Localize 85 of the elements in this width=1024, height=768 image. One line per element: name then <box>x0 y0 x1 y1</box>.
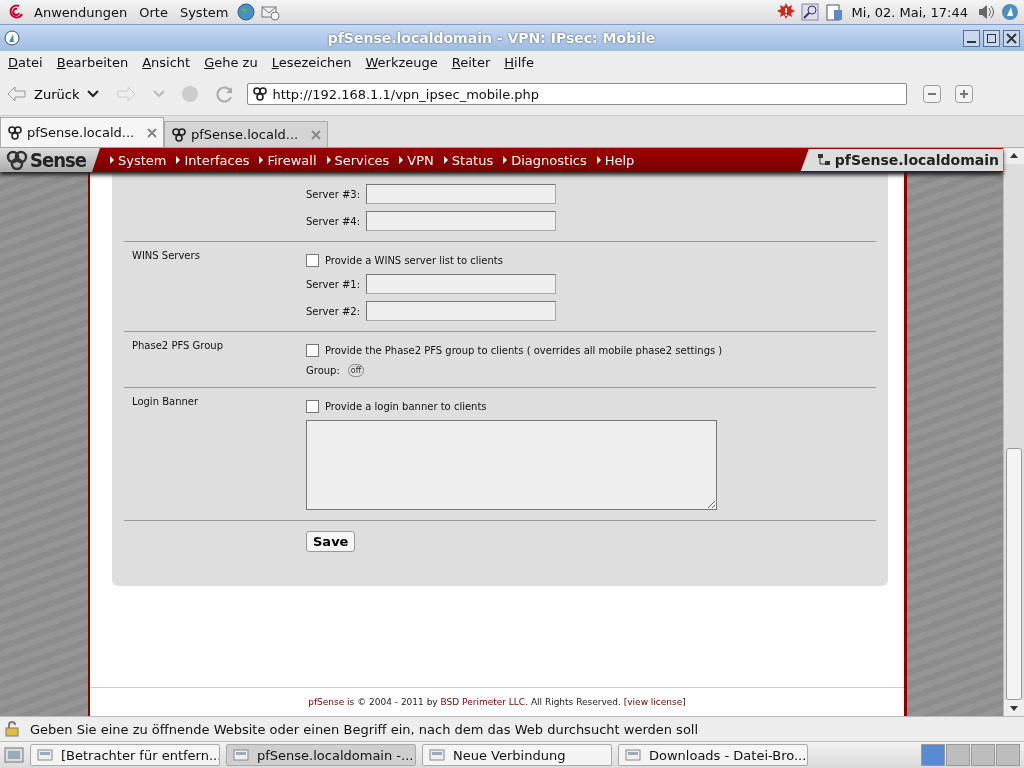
clipboard-icon[interactable] <box>823 2 844 22</box>
minimize-icon[interactable] <box>963 29 980 47</box>
field-label: Server #1: <box>306 278 362 290</box>
logo-icon <box>6 150 28 170</box>
workspace-switcher[interactable] <box>971 744 995 766</box>
field-label: Server #2: <box>306 305 362 317</box>
server-field[interactable] <box>366 211 556 231</box>
scroll-up-icon[interactable] <box>1004 148 1024 164</box>
globe-icon[interactable] <box>236 2 257 22</box>
workspace-switcher[interactable] <box>921 744 945 766</box>
nav-menu-item[interactable]: Services <box>326 152 390 168</box>
network-icon[interactable] <box>1000 2 1020 22</box>
menu-item[interactable]: Datei <box>8 54 43 70</box>
checkbox-label: Provide the Phase2 PFS group to clients ( overrides all mobile phase2 settings ) <box>325 345 723 356</box>
menu-item[interactable]: Werkzeuge <box>365 54 438 70</box>
clock[interactable]: Mi, 02. Mai, 17:44 <box>847 4 972 20</box>
server-field[interactable] <box>366 274 556 294</box>
panel-menu[interactable]: System <box>175 4 233 20</box>
zoom-in-icon[interactable] <box>955 85 974 103</box>
taskbar-button[interactable]: Downloads - Datei-Bro... <box>618 744 808 766</box>
site-icon <box>7 124 23 141</box>
panel-menu[interactable]: Anwendungen <box>30 4 132 20</box>
nav-menu-item[interactable]: Help <box>596 152 635 168</box>
browser-tab[interactable]: pfSense.locald... <box>164 121 328 147</box>
menu-item[interactable]: Hilfe <box>504 54 534 70</box>
checkbox[interactable] <box>306 254 319 267</box>
maximize-icon[interactable] <box>983 29 1000 47</box>
close-icon[interactable] <box>1003 29 1020 47</box>
field-label: Server #4: <box>306 215 362 227</box>
taskbar-button[interactable]: Neue Verbindung <box>422 744 612 766</box>
show-desktop-icon[interactable] <box>4 745 24 765</box>
section-label: Login Banner <box>132 396 199 407</box>
site-icon <box>252 86 269 102</box>
banner-text-area[interactable] <box>306 420 717 510</box>
back-button[interactable]: Zurück <box>6 85 88 103</box>
window-icon <box>429 747 445 763</box>
menu-item[interactable]: Ansicht <box>142 54 191 70</box>
scroll-down-icon[interactable] <box>1004 700 1024 716</box>
menu-item[interactable]: Reiter <box>451 54 491 70</box>
checkbox-label: Provide a login banner to clients <box>325 401 487 412</box>
workspace-switcher[interactable] <box>996 744 1020 766</box>
status-text: Geben Sie eine zu öffnende Website oder einen Begriff ein, nach dem das Web durchsucht werden soll <box>30 721 699 737</box>
window-title: pfSense.localdomain - VPN: IPsec: Mobile <box>326 30 657 46</box>
search-icon[interactable] <box>799 2 820 22</box>
nav-menu-item[interactable]: VPN <box>399 152 434 168</box>
save-button[interactable]: Save <box>306 531 356 552</box>
debian-logo-icon[interactable] <box>8 3 26 21</box>
taskbar-button[interactable]: [Betrachter für entfern... <box>30 744 220 766</box>
pfsense-logo[interactable]: Sense <box>0 148 100 172</box>
checkbox[interactable] <box>306 344 319 357</box>
workspace-switcher[interactable] <box>946 744 970 766</box>
back-arrow-icon <box>6 85 28 103</box>
menu-item[interactable]: Lesezeichen <box>271 54 352 70</box>
nav-menu-item[interactable]: Interfaces <box>176 152 250 168</box>
nav-menu-item[interactable]: Diagnostics <box>503 152 587 168</box>
field-label: Group: <box>306 365 340 376</box>
network-icon <box>816 153 831 167</box>
nav-menu-item[interactable]: Firewall <box>259 152 317 168</box>
panel-menu[interactable]: Orte <box>135 4 172 20</box>
nav-menu-item[interactable]: System <box>110 152 167 168</box>
zoom-out-icon[interactable] <box>923 85 942 103</box>
server-field[interactable] <box>366 301 556 321</box>
window-icon <box>625 747 641 763</box>
server-field[interactable] <box>366 184 556 204</box>
section-label: Phase2 PFS Group <box>132 340 223 351</box>
menu-item[interactable]: Bearbeiten <box>56 54 129 70</box>
footer-text: pfSense is © 2004 - 2011 by BSD Perimeter LLC. All Rights Reserved. [view license] <box>90 687 904 716</box>
window-icon <box>233 747 249 763</box>
checkbox[interactable] <box>306 400 319 413</box>
site-icon <box>171 126 187 143</box>
lock-icon <box>4 721 20 737</box>
nav-menu-item[interactable]: Status <box>443 152 494 168</box>
speaker-icon[interactable] <box>976 2 996 22</box>
app-icon[interactable] <box>4 30 20 46</box>
checkbox-label: Provide a WINS server list to clients <box>325 255 503 266</box>
scrollbar[interactable] <box>1003 148 1024 716</box>
window-icon <box>37 747 53 763</box>
browser-tab[interactable]: pfSense.locald... <box>0 117 164 147</box>
section-label: WINS Servers <box>132 250 200 261</box>
taskbar-button[interactable]: pfSense.localdomain -... <box>226 744 416 766</box>
url-field[interactable]: http://192.168.1.1/vpn_ipsec_mobile.php <box>247 83 908 105</box>
menu-item[interactable]: Gehe zu <box>204 54 258 70</box>
caret-icon[interactable] <box>87 90 100 98</box>
field-label: Server #3: <box>306 188 362 200</box>
hostname[interactable]: pfSense.localdomain <box>800 149 1003 171</box>
